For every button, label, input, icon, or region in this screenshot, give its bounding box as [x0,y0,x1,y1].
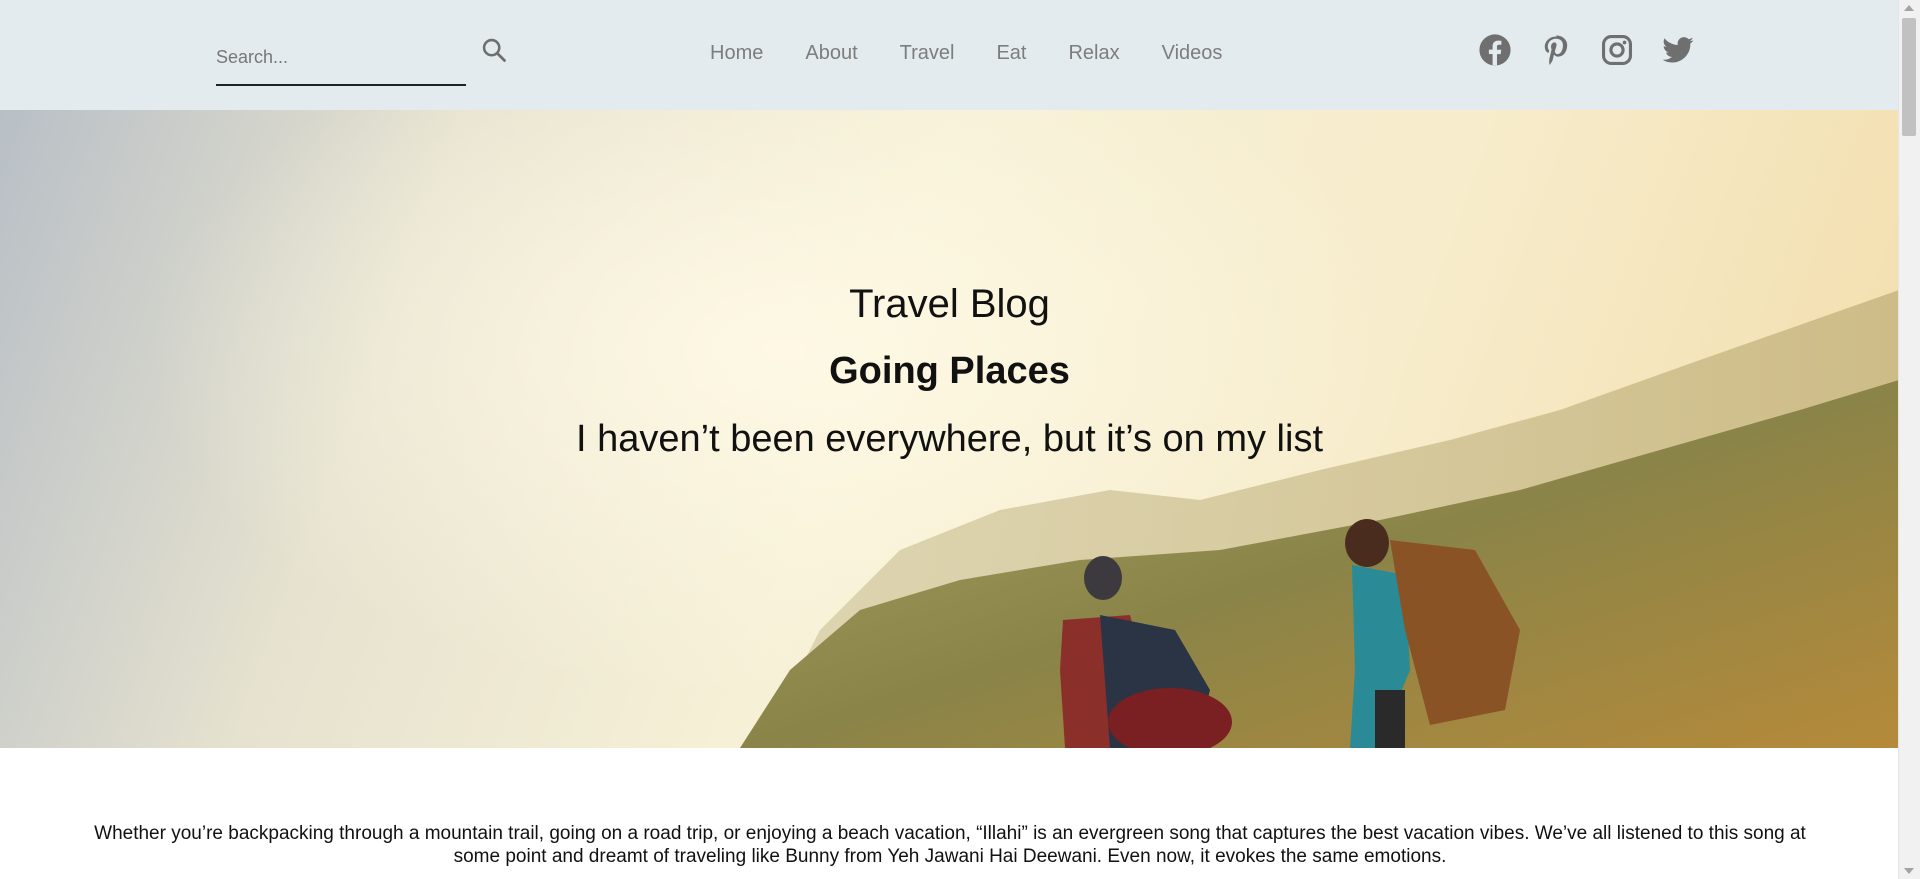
twitter-icon [1662,37,1694,63]
pinterest-link[interactable] [1539,33,1575,69]
facebook-link[interactable] [1478,33,1514,69]
twitter-link[interactable] [1661,33,1697,69]
search-button[interactable] [480,36,510,66]
intro-paragraph: Whether you’re backpacking through a mou… [94,823,1806,867]
site-header: Home About Travel Eat Relax Videos [0,0,1899,110]
pinterest-icon [1544,35,1568,65]
nav-relax[interactable]: Relax [1068,38,1119,68]
nav-eat[interactable]: Eat [996,38,1026,68]
hero-title: Travel Blog [849,282,1050,326]
hero-banner: Travel Blog Going Places I haven’t been … [0,110,1899,748]
scroll-down-arrow[interactable] [1904,868,1914,874]
page-scrollbar[interactable] [1898,0,1920,879]
instagram-icon [1601,34,1633,66]
nav-home[interactable]: Home [710,38,763,68]
search-icon [482,38,506,62]
search-field [216,30,466,86]
nav-videos[interactable]: Videos [1162,38,1223,68]
nav-about[interactable]: About [805,38,857,68]
scroll-up-arrow[interactable] [1904,5,1914,11]
hero-tagline: I haven’t been everywhere, but it’s on m… [575,418,1323,460]
scrollbar-thumb[interactable] [1902,18,1916,136]
nav-travel[interactable]: Travel [900,38,955,68]
instagram-link[interactable] [1600,33,1636,69]
search-input[interactable] [216,42,446,72]
hero-subtitle: Going Places [829,350,1070,392]
main-nav: Home About Travel Eat Relax Videos [710,38,1264,68]
facebook-icon [1479,34,1511,66]
social-links [1478,33,1722,69]
